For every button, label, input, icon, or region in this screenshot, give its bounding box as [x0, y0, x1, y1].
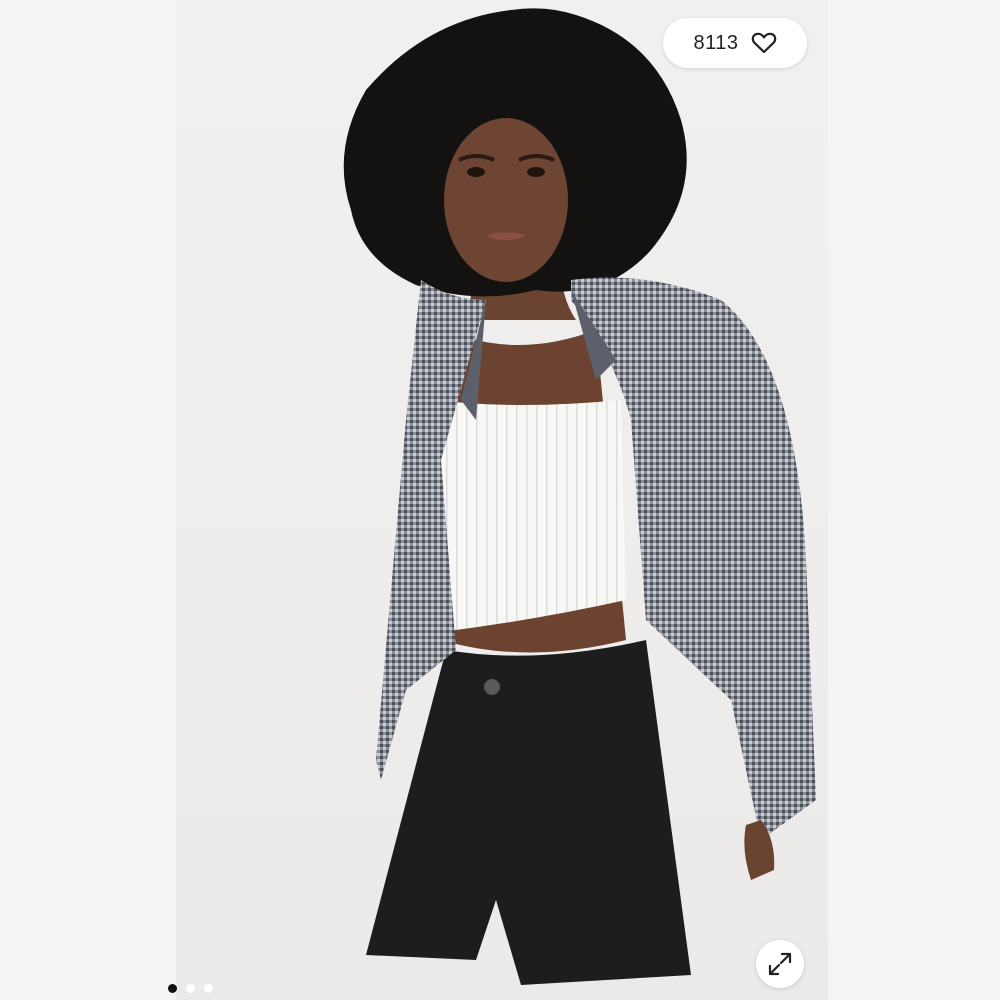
left-backdrop	[0, 0, 176, 1000]
product-photo[interactable]	[176, 0, 828, 1000]
carousel-dots	[168, 984, 213, 993]
expand-arrows-icon	[768, 952, 792, 976]
model-illustration	[343, 8, 816, 985]
heart-outline-icon	[751, 32, 776, 54]
carousel-dot[interactable]	[168, 984, 177, 993]
carousel-dot[interactable]	[186, 984, 195, 993]
carousel-dot[interactable]	[204, 984, 213, 993]
like-count: 8113	[693, 31, 739, 54]
like-button[interactable]: 8113	[663, 18, 807, 68]
right-backdrop	[828, 0, 1000, 1000]
expand-image-button[interactable]	[756, 940, 804, 988]
